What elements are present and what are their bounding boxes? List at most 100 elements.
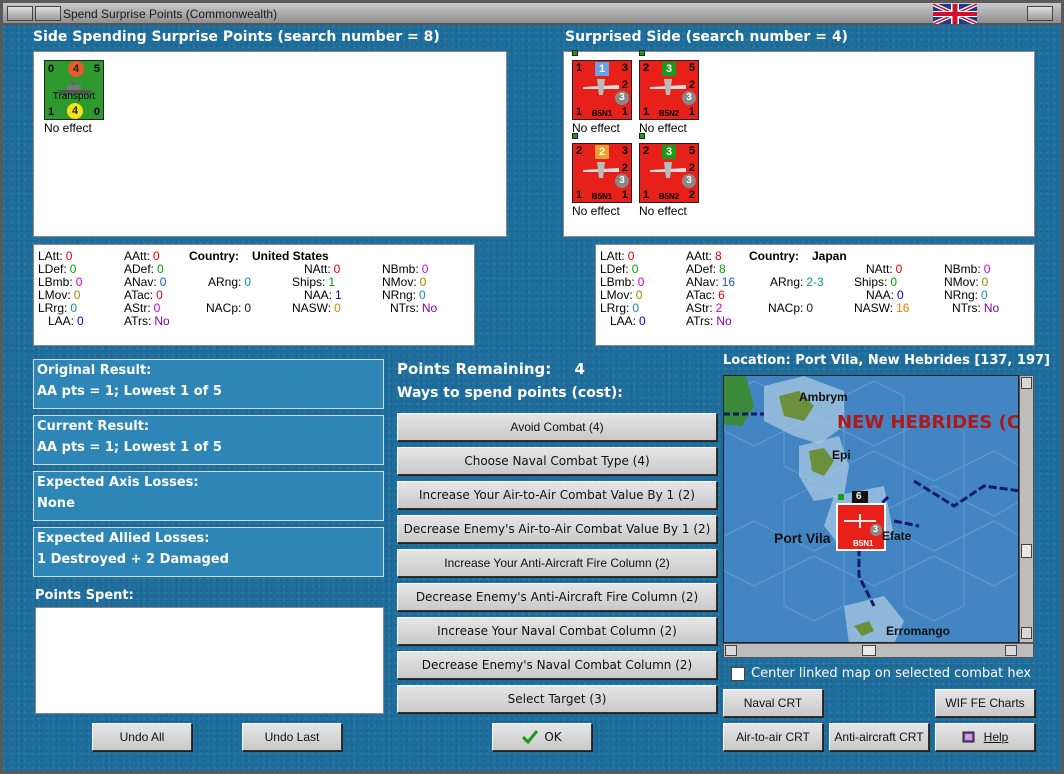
- vertical-scroll-thumb[interactable]: [1021, 544, 1032, 558]
- ok-button[interactable]: OK: [492, 723, 592, 751]
- stat-label: LRrg:: [600, 301, 630, 315]
- stat-value: 0: [334, 301, 341, 315]
- stat-label: LDef:: [38, 262, 67, 276]
- transport-counter[interactable]: 0 4 5 Transport 1 4 0: [44, 60, 104, 120]
- map-horizontal-scrollbar[interactable]: [723, 643, 1034, 658]
- stat-ntrs: NTrs: No: [952, 301, 999, 315]
- stat-value: 0: [421, 262, 429, 276]
- center-map-checkbox[interactable]: [731, 667, 745, 681]
- stat-latt: LAtt: 0: [38, 249, 72, 263]
- stat-label: AAtt:: [686, 249, 713, 263]
- country-label: Country:: [189, 249, 239, 263]
- counter-bottom-right: 1: [621, 106, 628, 118]
- spend-option-button[interactable]: Decrease Enemy's Anti-Aircraft Fire Colu…: [397, 583, 717, 611]
- wif-fe-charts-button[interactable]: WIF FE Charts: [935, 689, 1035, 717]
- stat-value: 0: [631, 262, 639, 276]
- spend-option-button[interactable]: Select Target (3): [397, 685, 717, 713]
- stat-ntrs: NTrs: No: [390, 301, 437, 315]
- aircraft-counter[interactable]: 2 3 5 2 3 B5N2 1 1: [639, 60, 699, 120]
- spend-option-button[interactable]: Increase Your Anti-Aircraft Fire Column …: [397, 549, 717, 577]
- undo-last-button[interactable]: Undo Last: [242, 723, 342, 751]
- counter-caption: No effect: [639, 121, 687, 135]
- current-result-label: Current Result:: [37, 419, 150, 434]
- stat-label: ARng:: [770, 275, 804, 289]
- stat-astr: AStr: 0: [124, 301, 160, 315]
- spend-option-button[interactable]: Decrease Enemy's Naval Combat Column (2): [397, 651, 717, 679]
- spend-option-button[interactable]: Choose Naval Combat Type (4): [397, 447, 717, 475]
- title-bar[interactable]: Spend Surprise Points (Commonwealth): [3, 3, 1061, 25]
- stat-aatt: AAtt: 8: [686, 249, 722, 263]
- stat-label: NAA:: [304, 288, 333, 302]
- stat-astr: AStr: 2: [686, 301, 722, 315]
- country-label: Country:: [749, 249, 799, 263]
- stat-label: NASW:: [292, 301, 332, 315]
- stat-naa: NAA: 0: [866, 288, 904, 302]
- points-remaining-label: Points Remaining:: [397, 360, 552, 378]
- window-menu-icon[interactable]: [35, 6, 61, 21]
- allied-losses-value: 1 Destroyed + 2 Damaged: [37, 552, 229, 567]
- stat-aatt: AAtt: 0: [124, 249, 160, 263]
- naval-crt-button[interactable]: Naval CRT: [723, 689, 823, 717]
- anti-aircraft-crt-button[interactable]: Anti-aircraft CRT: [829, 723, 929, 751]
- close-window-icon[interactable]: [1027, 6, 1053, 21]
- scroll-down-icon[interactable]: [1021, 627, 1032, 639]
- counter-bottom-left: 1: [643, 106, 650, 118]
- stat-lmov: LMov: 0: [600, 288, 642, 302]
- attacker-stats-panel: Country: United States LAtt: 0 AAtt: 0 NAtt:…: [33, 244, 475, 346]
- map-label-ambrym: Ambrym: [799, 390, 848, 404]
- minimize-icon[interactable]: [7, 6, 33, 21]
- scroll-up-icon[interactable]: [1021, 377, 1032, 389]
- spend-option-button[interactable]: Increase Your Air-to-Air Combat Value By…: [397, 481, 717, 509]
- spend-option-button[interactable]: Avoid Combat (4): [397, 413, 717, 441]
- stat-label: LBmb:: [38, 275, 73, 289]
- stat-value: 0: [419, 275, 427, 289]
- spend-option-button[interactable]: Decrease Enemy's Air-to-Air Combat Value…: [397, 515, 717, 543]
- counter-top-left: 1: [576, 62, 583, 74]
- stat-label: ATrs:: [124, 314, 152, 328]
- points-spent-list[interactable]: [35, 607, 384, 714]
- spending-side-panel: 0 4 5 Transport 1 4 0 No effect: [33, 51, 507, 237]
- status-marker-icon: [572, 50, 578, 56]
- stat-label: NMov:: [382, 275, 417, 289]
- counter-mid-right: 2: [688, 162, 695, 174]
- stat-label: Ships:: [292, 275, 326, 289]
- stack-count: 6: [856, 491, 862, 502]
- surprised-side-panel: 1 1 3 2 3 B5N1 1 1 No effect 2 3 5 2 3 B5N2 1 1 No effect…: [563, 50, 1035, 237]
- aircraft-counter[interactable]: 2 2 3 2 3 B5N1 1 1: [572, 143, 632, 203]
- stat-lrrg: LRrg: 0: [600, 301, 639, 315]
- stat-anav: ANav: 16: [686, 275, 735, 289]
- undo-all-button[interactable]: Undo All: [92, 723, 192, 751]
- stat-label: NACp:: [206, 301, 242, 315]
- allied-losses-label: Expected Allied Losses:: [37, 531, 210, 546]
- aircraft-counter[interactable]: 1 1 3 2 3 B5N1 1 1: [572, 60, 632, 120]
- scroll-right-icon[interactable]: [1005, 645, 1017, 656]
- stat-nrng: NRng: 0: [944, 288, 988, 302]
- stat-value: No: [421, 301, 438, 315]
- counter-bottom-circle: 4: [67, 103, 83, 119]
- help-button[interactable]: Help: [935, 723, 1035, 751]
- air-to-air-crt-button[interactable]: Air-to-air CRT: [723, 723, 823, 751]
- stat-label: AStr:: [686, 301, 713, 315]
- aircraft-counter[interactable]: 2 3 5 2 3 B5N2 1 2: [639, 143, 699, 203]
- stat-value: 0: [159, 275, 167, 289]
- counter-circle: 3: [682, 174, 696, 188]
- counter-bottom-right: 2: [688, 189, 695, 201]
- stat-atrs: ATrs: No: [686, 314, 732, 328]
- stat-value: 0: [637, 275, 645, 289]
- stat-anav: ANav: 0: [124, 275, 166, 289]
- horizontal-scroll-thumb[interactable]: [862, 645, 876, 656]
- spend-option-button[interactable]: Increase Your Naval Combat Column (2): [397, 617, 717, 645]
- surprised-side-title: Surprised Side (search number = 4): [565, 29, 848, 45]
- map-unit-circle-value: 3: [873, 524, 879, 534]
- stat-label: LAA:: [48, 314, 75, 328]
- map-label-efate: Efate: [882, 529, 912, 543]
- stat-arng: ARng: 0: [208, 275, 251, 289]
- location-label: Location: Port Vila, New Hebrides [137, …: [723, 353, 1050, 368]
- stat-value: 0: [419, 288, 426, 302]
- stat-label: NRng:: [382, 288, 417, 302]
- stat-nbmb: NBmb: 0: [382, 262, 428, 276]
- map-vertical-scrollbar[interactable]: [1019, 375, 1034, 643]
- linked-map[interactable]: Ambrym NEW HEBRIDES (C Epi Port Vila Efa…: [723, 375, 1019, 643]
- stat-atac: ATac: 6: [686, 288, 725, 302]
- scroll-left-icon[interactable]: [725, 645, 737, 656]
